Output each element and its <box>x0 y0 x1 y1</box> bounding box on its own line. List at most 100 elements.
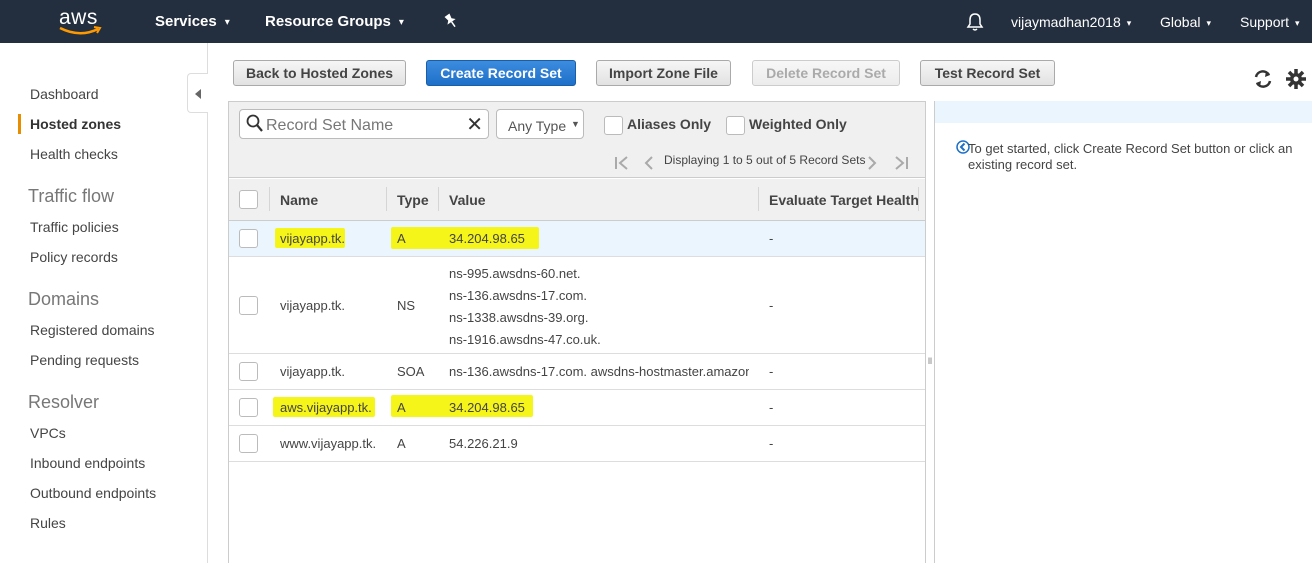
sidebar-item-hosted-zones[interactable]: Hosted zones <box>30 116 121 132</box>
table-row[interactable]: www.vijayapp.tk. A 54.226.21.9 - <box>229 426 925 462</box>
details-header-band <box>935 101 1312 123</box>
prev-page-icon[interactable] <box>643 156 655 170</box>
sidebar-item-pending-requests[interactable]: Pending requests <box>30 352 139 368</box>
record-value: ns-995.awsdns-60.net. <box>449 266 581 281</box>
pager-text: Displaying 1 to 5 out of 5 Record Sets <box>664 153 866 167</box>
record-value: ns-1338.awsdns-39.org. <box>449 310 589 325</box>
support-label: Support <box>1240 14 1290 30</box>
row-checkbox[interactable] <box>239 434 258 453</box>
record-name: vijayapp.tk. <box>280 364 346 379</box>
user-menu[interactable]: vijaymadhan2018 ▾ <box>1011 14 1131 30</box>
record-type: A <box>397 231 406 246</box>
resource-groups-menu[interactable]: Resource Groups ▾ <box>265 13 404 30</box>
row-checkbox[interactable] <box>239 296 258 315</box>
record-eval-health: - <box>769 298 774 313</box>
sidebar-item-rules[interactable]: Rules <box>30 515 66 531</box>
type-select[interactable]: Any Type ▼ <box>496 109 584 139</box>
record-value: ns-1916.awsdns-47.co.uk. <box>449 332 601 347</box>
back-to-hosted-zones-button[interactable]: Back to Hosted Zones <box>233 60 406 86</box>
record-type: SOA <box>397 364 425 379</box>
record-name: vijayapp.tk. <box>280 298 346 313</box>
record-eval-health: - <box>769 231 774 246</box>
chevron-down-icon: ▾ <box>224 17 230 28</box>
column-name[interactable]: Name <box>280 192 318 208</box>
record-value: 34.204.98.65 <box>449 231 525 246</box>
bell-icon[interactable] <box>966 12 984 35</box>
sidebar-item-dashboard[interactable]: Dashboard <box>30 86 99 102</box>
sidebar-item-traffic-policies[interactable]: Traffic policies <box>30 219 119 235</box>
details-panel: To get started, click Create Record Set … <box>934 101 1312 563</box>
record-sets-panel: Record Set Name ✕ Any Type ▼ Aliases Onl… <box>228 101 926 563</box>
sidebar-item-registered-domains[interactable]: Registered domains <box>30 322 155 338</box>
record-eval-health: - <box>769 400 774 415</box>
collapse-sidebar-button[interactable] <box>187 73 208 113</box>
next-page-icon[interactable] <box>866 156 878 170</box>
select-all-checkbox[interactable] <box>239 190 258 209</box>
table-row[interactable]: vijayapp.tk. A 34.204.98.65 - <box>229 221 925 257</box>
record-name: aws.vijayapp.tk. <box>280 400 372 415</box>
sidebar-item-inbound-endpoints[interactable]: Inbound endpoints <box>30 455 145 471</box>
chevron-down-icon: ▾ <box>398 17 404 28</box>
sidebar-item-health-checks[interactable]: Health checks <box>30 146 118 162</box>
support-menu[interactable]: Support ▾ <box>1240 14 1300 30</box>
sidebar-item-vpcs[interactable]: VPCs <box>30 425 66 441</box>
get-started-message: To get started, click Create Record Set … <box>968 141 1293 172</box>
clear-search-icon[interactable]: ✕ <box>466 112 483 137</box>
chevron-left-icon <box>195 89 201 99</box>
services-label: Services <box>155 13 217 30</box>
record-value: 34.204.98.65 <box>449 400 525 415</box>
last-page-icon[interactable] <box>893 156 909 170</box>
table-row[interactable]: vijayapp.tk. SOA ns-136.awsdns-17.com. a… <box>229 354 925 390</box>
search-input[interactable]: Record Set Name ✕ <box>239 109 489 139</box>
chevron-down-icon: ▾ <box>1126 18 1132 28</box>
record-name: www.vijayapp.tk. <box>280 436 377 451</box>
panel-resize-handle[interactable]: ll <box>928 356 932 366</box>
column-value[interactable]: Value <box>449 192 486 208</box>
weighted-only-label: Weighted Only <box>749 116 847 132</box>
record-name: vijayapp.tk. <box>280 231 346 246</box>
search-icon <box>246 114 263 132</box>
pin-icon[interactable] <box>443 13 459 33</box>
table-row[interactable]: vijayapp.tk. NS ns-995.awsdns-60.net. ns… <box>229 257 925 354</box>
test-record-set-button[interactable]: Test Record Set <box>920 60 1055 86</box>
column-divider <box>386 187 387 211</box>
row-checkbox[interactable] <box>239 398 258 417</box>
row-checkbox[interactable] <box>239 362 258 381</box>
search-placeholder: Record Set Name <box>266 117 394 134</box>
record-type: NS <box>397 298 416 313</box>
services-menu[interactable]: Services ▾ <box>155 13 230 30</box>
column-divider <box>438 187 439 211</box>
sidebar-item-outbound-endpoints[interactable]: Outbound endpoints <box>30 485 156 501</box>
record-value: ns-136.awsdns-17.com. awsdns-hostmaster.… <box>449 364 749 379</box>
refresh-icon[interactable] <box>1252 68 1274 90</box>
table-header: Name Type Value Evaluate Target Health <box>229 179 925 221</box>
region-menu[interactable]: Global ▾ <box>1160 14 1211 30</box>
user-label: vijaymadhan2018 <box>1011 14 1121 30</box>
record-type: A <box>397 436 406 451</box>
type-select-value: Any Type <box>508 118 567 134</box>
aws-logo[interactable]: aws <box>56 6 104 37</box>
region-label: Global <box>1160 14 1201 30</box>
table-row[interactable]: aws.vijayapp.tk. A 34.204.98.65 - <box>229 390 925 426</box>
section-domains: Domains <box>28 289 100 309</box>
record-value: ns-136.awsdns-17.com. <box>449 288 588 303</box>
section-traffic-flow: Traffic flow <box>28 186 115 206</box>
record-type: A <box>397 400 406 415</box>
gear-icon[interactable] <box>1285 68 1307 90</box>
import-zone-file-button[interactable]: Import Zone File <box>596 60 731 86</box>
sidebar-item-policy-records[interactable]: Policy records <box>30 249 118 265</box>
aliases-only-checkbox[interactable] <box>604 116 623 135</box>
row-checkbox[interactable] <box>239 229 258 248</box>
first-page-icon[interactable] <box>614 156 630 170</box>
weighted-only-checkbox[interactable] <box>726 116 745 135</box>
chevron-down-icon: ▼ <box>571 119 580 129</box>
column-evaluate-target-health[interactable]: Evaluate Target Health <box>769 192 919 208</box>
column-type[interactable]: Type <box>397 192 429 208</box>
top-nav: aws Services ▾ Resource Groups ▾ vijaymadh… <box>0 0 1312 43</box>
delete-record-set-button[interactable]: Delete Record Set <box>752 60 900 86</box>
column-divider <box>918 187 919 211</box>
section-resolver: Resolver <box>28 392 100 412</box>
create-record-set-button[interactable]: Create Record Set <box>426 60 576 86</box>
chevron-down-icon: ▾ <box>1295 18 1300 28</box>
record-eval-health: - <box>769 436 774 451</box>
